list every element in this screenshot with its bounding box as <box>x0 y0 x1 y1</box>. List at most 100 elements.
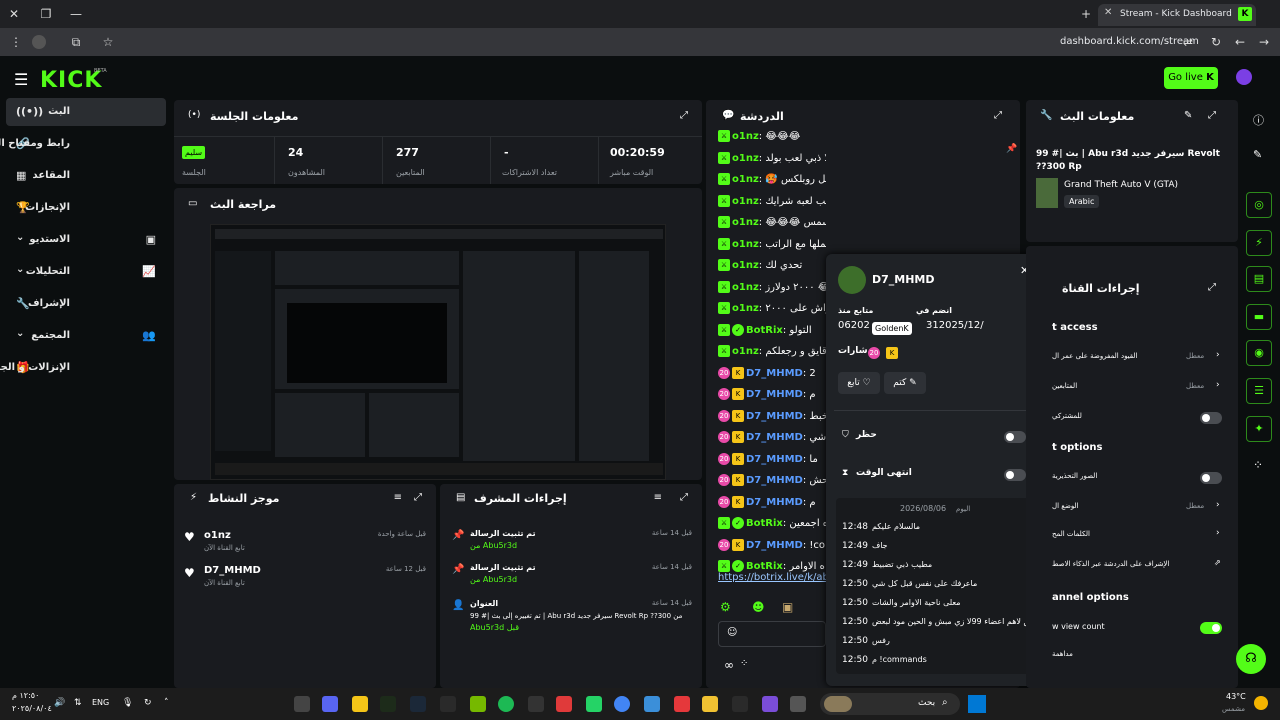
edit-icon[interactable]: ✎ <box>1184 110 1192 121</box>
chat-username[interactable]: o1nz <box>732 303 759 314</box>
chat-username[interactable]: o1nz <box>732 153 759 164</box>
close-tab-icon[interactable]: ✕ <box>1104 7 1112 18</box>
tray-chevron-icon[interactable]: ˄ <box>164 698 169 708</box>
spotify-icon[interactable] <box>498 696 514 712</box>
follow-button[interactable]: تابع ♡ <box>838 372 880 394</box>
profile-icon[interactable] <box>32 35 46 49</box>
steam-icon[interactable] <box>410 696 426 712</box>
chat-username[interactable]: BotRix <box>746 325 783 336</box>
menu-dots-icon[interactable]: ⋮ <box>8 34 24 50</box>
chevron-right-icon[interactable]: › <box>1216 500 1220 510</box>
taskbar-app-icon[interactable] <box>528 696 544 712</box>
sidebar-item-seats[interactable]: ▦ المقاعد <box>6 162 166 190</box>
chevron-right-icon[interactable]: › <box>1216 350 1220 360</box>
browser-tab[interactable]: ✕ Stream - Kick Dashboard K <box>1098 4 1256 26</box>
forward-icon[interactable]: → <box>1256 34 1272 50</box>
taskbar-app-icon[interactable] <box>674 696 690 712</box>
filter-icon[interactable]: ≡ <box>394 492 402 503</box>
expand-icon[interactable]: ⤢ <box>1208 282 1216 293</box>
chrome-icon[interactable] <box>614 696 630 712</box>
taskbar-search[interactable]: بحث ⌕ <box>820 693 960 715</box>
minimize-icon[interactable]: ✕ <box>6 6 22 22</box>
emote-icon[interactable]: ▣ <box>782 600 793 614</box>
copilot-icon[interactable] <box>762 696 778 712</box>
chat-username[interactable]: D7_MHMD <box>746 432 803 443</box>
popup-username[interactable]: D7_MHMD <box>872 273 935 286</box>
discord-icon[interactable] <box>322 696 338 712</box>
chat-username[interactable]: D7_MHMD <box>746 497 803 508</box>
taskbar-app-icon[interactable] <box>790 696 806 712</box>
emoji-icon[interactable]: ☺ <box>727 627 737 638</box>
expand-icon[interactable]: ⤢ <box>1208 110 1216 121</box>
extensions-icon[interactable]: ⧉ <box>68 34 84 50</box>
activity-user[interactable]: D7_MHMD <box>204 565 261 576</box>
pin-icon[interactable]: 📌 <box>1006 144 1017 154</box>
taskbar-app-icon[interactable] <box>644 696 660 712</box>
taskbar-app-icon[interactable] <box>440 696 456 712</box>
back-icon[interactable]: ← <box>1232 34 1248 50</box>
chat-username[interactable]: o1nz <box>732 131 759 142</box>
view-count-toggle[interactable] <box>1200 622 1222 634</box>
file-explorer-icon[interactable] <box>702 696 718 712</box>
subs-only-toggle[interactable] <box>1200 412 1222 424</box>
sidebar-item-studio[interactable]: ⌄ الاستديو ▣ <box>6 226 166 254</box>
network-icon[interactable]: ⇅ <box>74 698 82 708</box>
chat-username[interactable]: D7_MHMD <box>746 411 803 422</box>
info-icon[interactable]: ⓘ <box>1253 112 1264 128</box>
chat-link[interactable]: https://botrix.live/k/ab <box>718 572 826 583</box>
sidebar-item-community[interactable]: ⌄ المجتمع 👥 <box>6 322 166 350</box>
tune-icon[interactable]: ⇌ <box>1180 34 1196 50</box>
chat-username[interactable]: o1nz <box>732 282 759 293</box>
chat-username[interactable]: o1nz <box>732 260 759 271</box>
sidebar-item-stream[interactable]: ((•)) البث <box>6 98 166 126</box>
language-indicator[interactable]: ENG <box>92 698 109 707</box>
chat-username[interactable]: D7_MHMD <box>746 368 803 379</box>
chat-input[interactable]: ☺ <box>718 621 826 647</box>
chat-username[interactable]: D7_MHMD <box>746 454 803 465</box>
whatsapp-icon[interactable] <box>586 696 602 712</box>
chat-username[interactable]: D7_MHMD <box>746 475 803 486</box>
taskbar-app-icon[interactable] <box>352 696 368 712</box>
bookmark-star-icon[interactable]: ☆ <box>100 34 116 50</box>
mic-icon[interactable]: 🎙 <box>122 698 133 708</box>
emote-icon[interactable]: ⚙ <box>720 600 731 614</box>
chat-username[interactable]: BotRix <box>746 518 783 529</box>
chevron-right-icon[interactable]: › <box>1216 528 1220 538</box>
sync-icon[interactable]: ↻ <box>144 698 152 708</box>
sidebar-item-achievements[interactable]: 🏆 الإنجازات <box>6 194 166 222</box>
chat-username[interactable]: o1nz <box>732 346 759 357</box>
taskbar-app-icon[interactable] <box>556 696 572 712</box>
reload-icon[interactable]: ↻ <box>1208 34 1224 50</box>
support-headset-icon[interactable]: ☊ <box>1236 644 1266 674</box>
golden-k-badge-icon[interactable]: K <box>886 347 898 359</box>
emote-icon[interactable]: ☻ <box>752 600 765 614</box>
pen-icon[interactable]: ✎ <box>1253 148 1262 161</box>
chat-username[interactable]: o1nz <box>732 196 759 207</box>
rail-wrench-icon[interactable]: ✦ <box>1246 416 1272 442</box>
rail-chat-icon[interactable]: ▬ <box>1246 304 1272 330</box>
go-live-button[interactable]: Go live K <box>1164 67 1218 89</box>
expand-icon[interactable]: ⤢ <box>680 110 688 121</box>
rail-bolt-icon[interactable]: ⚡ <box>1246 230 1272 256</box>
chat-username[interactable]: D7_MHMD <box>746 389 803 400</box>
volume-icon[interactable]: 🔊 <box>54 698 65 708</box>
external-link-icon[interactable]: ⇗ <box>1214 558 1221 567</box>
expand-icon[interactable]: ⤢ <box>994 110 1002 121</box>
sidebar-item-stream-key[interactable]: 🔗رابط ومفتاح البث <box>0 130 166 158</box>
hamburger-menu-icon[interactable]: ☰ <box>14 70 28 89</box>
taskbar-app-icon[interactable] <box>294 696 310 712</box>
maximize-icon[interactable]: — <box>68 6 84 22</box>
infinity-icon[interactable]: ∞ <box>724 658 734 672</box>
rail-list-icon[interactable]: ▤ <box>1246 266 1272 292</box>
new-tab-button[interactable]: + <box>1078 6 1094 22</box>
expand-icon[interactable]: ⤢ <box>680 492 688 503</box>
windows-start-icon[interactable] <box>968 695 986 713</box>
activity-user[interactable]: o1nz <box>204 530 231 541</box>
user-avatar[interactable] <box>1236 69 1252 85</box>
stream-preview-video[interactable] <box>210 224 666 480</box>
url-field[interactable]: dashboard.kick.com/stream <box>1060 36 1199 47</box>
filter-icon[interactable]: ≡ <box>654 492 662 503</box>
apps-icon[interactable]: ⁘ <box>740 658 748 669</box>
restore-icon[interactable]: ❐ <box>38 6 54 22</box>
warning-images-toggle[interactable] <box>1200 472 1222 484</box>
